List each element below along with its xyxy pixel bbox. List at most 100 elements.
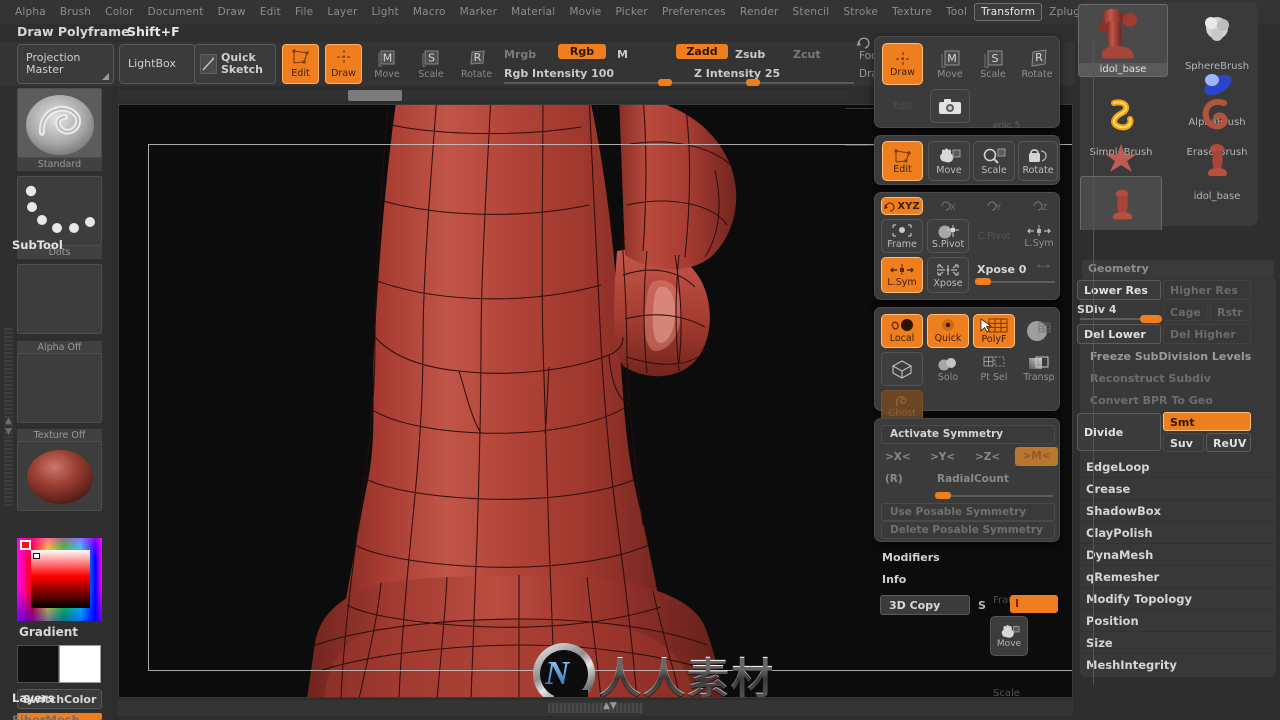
lower-res-button[interactable]: Lower Res xyxy=(1077,280,1161,300)
popup-scale-mode-button[interactable]: Scale xyxy=(973,141,1015,181)
popup-move-button[interactable]: M Move xyxy=(930,43,970,85)
suv-button[interactable]: Suv xyxy=(1163,433,1204,452)
menu-item-texture[interactable]: Texture xyxy=(885,3,939,21)
section-crease[interactable]: Crease xyxy=(1080,478,1276,500)
del-lower-button[interactable]: Del Lower xyxy=(1077,324,1161,344)
menu-item-edit[interactable]: Edit xyxy=(253,3,288,21)
popup-lsym-button[interactable]: L.Sym xyxy=(881,257,923,293)
menu-item-color[interactable]: Color xyxy=(98,3,140,21)
color-picker[interactable] xyxy=(17,538,102,621)
canvas-hscrollbar-bottom[interactable]: ▲▼ xyxy=(118,700,1073,716)
menu-item-file[interactable]: File xyxy=(288,3,320,21)
section-edgeloop[interactable]: EdgeLoop xyxy=(1080,456,1276,478)
popup-quick-button[interactable]: Quick xyxy=(927,314,969,348)
popup-local-button[interactable]: Local xyxy=(881,314,923,348)
brush-thumbnail[interactable] xyxy=(17,88,102,158)
smt-button[interactable]: Smt xyxy=(1163,412,1251,431)
popup-floor-button[interactable] xyxy=(881,352,923,386)
reconstruct-subdiv-button[interactable]: Reconstruct Subdiv xyxy=(1084,369,1272,389)
menu-item-movie[interactable]: Movie xyxy=(562,3,608,21)
modifiers-section-header[interactable]: Modifiers xyxy=(882,551,940,564)
geometry-section-header-bar[interactable]: Geometry xyxy=(1082,260,1274,277)
symmetry-z-button[interactable]: >Z< xyxy=(975,451,1000,463)
zsub-button[interactable]: Zsub xyxy=(735,48,765,61)
draw-button[interactable]: Draw xyxy=(325,44,362,84)
popup-transp-button[interactable]: Transp xyxy=(1019,352,1059,386)
higher-res-button[interactable]: Higher Res xyxy=(1163,280,1251,300)
popup-y-axis-button[interactable]: Y xyxy=(979,197,1007,215)
menu-item-draw[interactable]: Draw xyxy=(211,3,253,21)
zadd-button[interactable]: Zadd xyxy=(676,44,728,59)
popup-scale-button[interactable]: S Scale xyxy=(973,43,1013,85)
dropdown-corner-icon[interactable] xyxy=(102,73,109,80)
delete-posable-symmetry-button[interactable]: Delete Posable Symmetry xyxy=(881,521,1055,539)
rotate-button[interactable]: R Rotate xyxy=(458,46,495,84)
copy3d-i-button[interactable]: I xyxy=(1010,595,1058,613)
menu-item-layer[interactable]: Layer xyxy=(320,3,364,21)
menu-item-picker[interactable]: Picker xyxy=(608,3,654,21)
menu-item-brush[interactable]: Brush xyxy=(53,3,98,21)
symmetry-y-button[interactable]: >Y< xyxy=(930,451,955,463)
popup-polyf-button[interactable]: PolyF xyxy=(973,314,1015,348)
section-shadowbox[interactable]: ShadowBox xyxy=(1080,500,1276,522)
subtool-section-header[interactable]: SubTool xyxy=(12,238,63,252)
layers-section-header[interactable]: Layers xyxy=(12,691,55,705)
section-meshintegrity[interactable]: MeshIntegrity xyxy=(1080,654,1276,676)
divide-button[interactable]: Divide xyxy=(1077,413,1161,451)
popup-frame-button[interactable]: Frame xyxy=(881,219,923,253)
menu-item-marker[interactable]: Marker xyxy=(453,3,505,21)
convert-bpr-to-geo-button[interactable]: Convert BPR To Geo xyxy=(1084,391,1272,411)
move-button[interactable]: M Move xyxy=(370,46,404,84)
secondary-color-swatch[interactable] xyxy=(17,645,59,683)
primary-color-swatch[interactable] xyxy=(59,645,101,683)
rstr-button[interactable]: Rstr xyxy=(1210,302,1251,321)
menu-item-tool[interactable]: Tool xyxy=(939,3,974,21)
copy3d-s-button[interactable]: S xyxy=(978,599,986,612)
tool-thumb-idol-base-large[interactable]: idol_base xyxy=(1078,4,1168,77)
ghost-move-button[interactable]: Move xyxy=(990,616,1028,656)
menu-item-macro[interactable]: Macro xyxy=(406,3,453,21)
sdiv-knob[interactable] xyxy=(1140,315,1162,323)
cage-button[interactable]: Cage xyxy=(1163,302,1208,321)
reuv-button[interactable]: ReUV xyxy=(1206,433,1251,452)
menu-item-material[interactable]: Material xyxy=(504,3,562,21)
menu-item-stroke[interactable]: Stroke xyxy=(836,3,885,21)
mrgb-label[interactable]: Mrgb xyxy=(504,48,536,61)
activate-symmetry-button[interactable]: Activate Symmetry xyxy=(881,425,1055,444)
projection-master-button[interactable]: Projection Master xyxy=(17,44,114,84)
popup-xpose-button[interactable]: Xpose xyxy=(927,257,969,293)
popup-draw-button[interactable]: Draw xyxy=(882,43,923,85)
popup-lsym-top-button[interactable]: L.Sym xyxy=(1019,219,1059,253)
popup-persp-button[interactable] xyxy=(1019,314,1059,348)
material-thumbnail[interactable] xyxy=(17,441,102,511)
menu-item-render[interactable]: Render xyxy=(733,3,786,21)
menu-item-transform[interactable]: Transform xyxy=(974,3,1043,21)
popup-move-mode-button[interactable]: Move xyxy=(928,141,970,181)
menu-item-light[interactable]: Light xyxy=(365,3,406,21)
section-size[interactable]: Size xyxy=(1080,632,1276,654)
canvas-hscroll-bottom-thumb[interactable] xyxy=(548,703,643,713)
z-intensity-slider[interactable] xyxy=(694,82,854,84)
canvas-hscrollbar-top[interactable] xyxy=(118,90,848,101)
section-modify-topology[interactable]: Modify Topology xyxy=(1080,588,1276,610)
quick-sketch-button[interactable]: Quick Sketch xyxy=(194,44,276,84)
canvas-hscroll-thumb[interactable] xyxy=(348,90,402,101)
texture-thumbnail[interactable] xyxy=(17,353,102,423)
popup-x-axis-button[interactable]: X xyxy=(933,197,961,215)
edit-button[interactable]: Edit xyxy=(282,44,319,84)
symmetry-m-button[interactable]: >M< xyxy=(1015,447,1058,466)
popup-camera-button[interactable] xyxy=(930,89,970,123)
left-scroll-arrows[interactable]: ▲ ▼ xyxy=(3,416,14,440)
symmetry-x-button[interactable]: >X< xyxy=(885,451,911,463)
canvas-scroll-arrow-icon[interactable]: ▲▼ xyxy=(603,701,617,711)
section-qremesher[interactable]: qRemesher xyxy=(1080,566,1276,588)
popup-rotate-mode-button[interactable]: Rotate xyxy=(1018,141,1058,181)
menu-item-document[interactable]: Document xyxy=(141,3,211,21)
section-position[interactable]: Position xyxy=(1080,610,1276,632)
popup-rotate-button[interactable]: R Rotate xyxy=(1016,43,1058,85)
menu-item-stencil[interactable]: Stencil xyxy=(786,3,837,21)
zcut-button[interactable]: Zcut xyxy=(793,48,821,61)
section-claypolish[interactable]: ClayPolish xyxy=(1080,522,1276,544)
radial-count-slider[interactable] xyxy=(935,495,1053,497)
popup-spivot-button[interactable]: S.Pivot xyxy=(927,219,969,253)
